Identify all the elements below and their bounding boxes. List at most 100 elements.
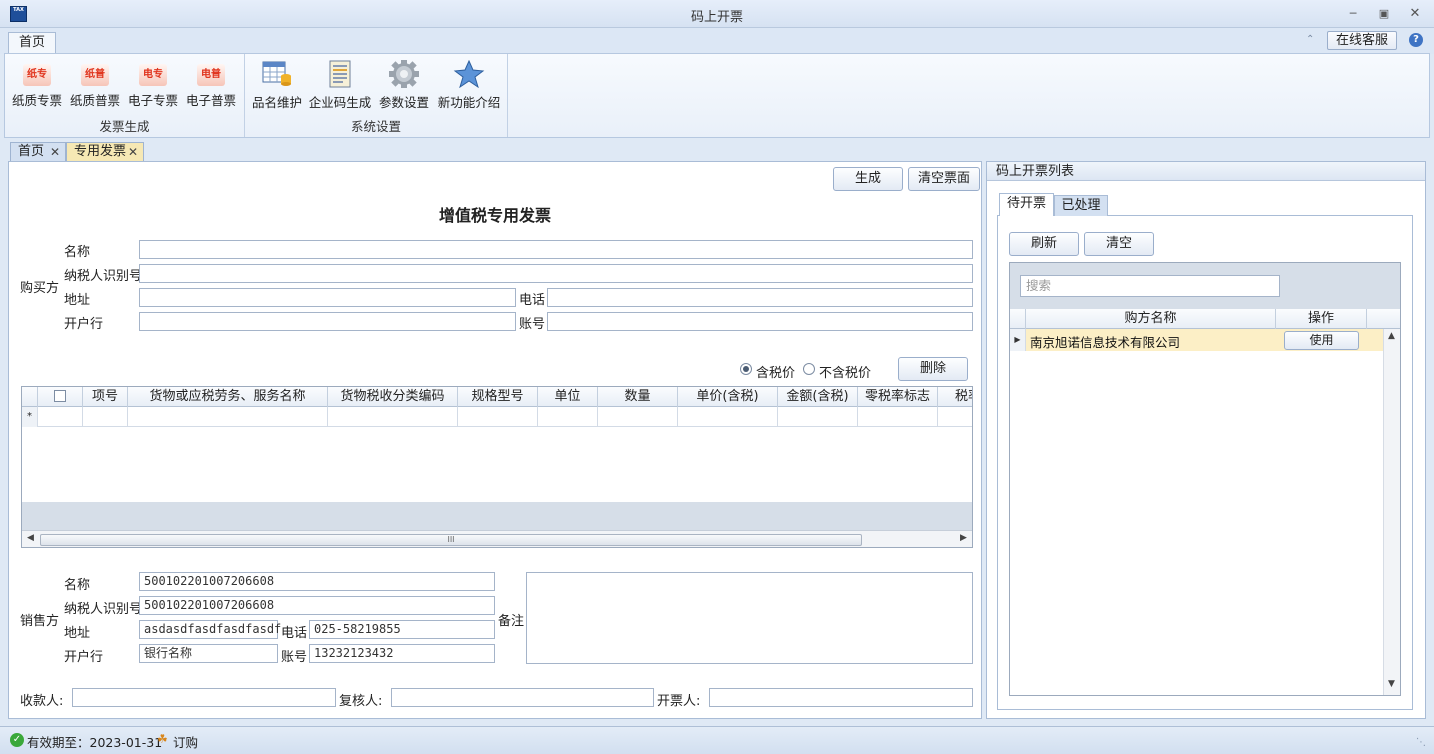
list-row[interactable]: ▶ 南京旭诺信息技术有限公司 使用: [1010, 329, 1384, 351]
grid-column-header[interactable]: 规格型号: [458, 387, 538, 407]
seller-account-input[interactable]: 13232123432: [309, 644, 495, 663]
status-bar: ✓ 有效期至：2023-01-31 ☘ 订购 ⋱: [0, 726, 1434, 754]
grid-cell[interactable]: [38, 407, 83, 427]
product-maintenance-button[interactable]: 品名维护: [249, 60, 305, 112]
tab-pending[interactable]: 待开票: [999, 193, 1054, 216]
minimize-icon[interactable]: ─: [1344, 6, 1362, 22]
seller-taxid-label: 纳税人识别号: [64, 602, 143, 617]
remark-label: 备注: [498, 614, 525, 629]
tax-exclusive-label: 不含税价: [819, 366, 872, 381]
delete-button[interactable]: 删除: [898, 357, 968, 381]
panel-title: 码上开票列表: [987, 162, 1425, 181]
close-icon[interactable]: ✕: [1406, 6, 1424, 22]
grid-cell[interactable]: [458, 407, 538, 427]
close-tab-icon[interactable]: ✕: [128, 143, 138, 161]
close-tab-icon[interactable]: ✕: [50, 143, 60, 161]
grid-column-header[interactable]: 货物税收分类编码: [328, 387, 458, 407]
scroll-left-icon[interactable]: ◀: [27, 533, 34, 543]
window-title: 码上开票: [690, 10, 743, 25]
seller-name-input[interactable]: 500102201007206608: [139, 572, 495, 591]
grid-column-header[interactable]: 数量: [598, 387, 678, 407]
ribbon-group-label: 发票生成: [99, 119, 150, 134]
vertical-scrollbar[interactable]: ▲ ▼: [1383, 329, 1400, 695]
payee-input[interactable]: [72, 688, 336, 707]
buyer-name-cell[interactable]: 南京旭诺信息技术有限公司: [1030, 332, 1180, 351]
grid-column-header[interactable]: 税率: [938, 387, 972, 407]
grid-cell[interactable]: [128, 407, 328, 427]
seller-taxid-input[interactable]: 500102201007206608: [139, 596, 495, 615]
grid-new-row[interactable]: *: [22, 407, 972, 427]
buyer-name-label: 名称: [64, 245, 91, 260]
scroll-up-icon[interactable]: ▲: [1388, 331, 1395, 341]
ribbon-button-label: 纸质专票: [11, 93, 62, 108]
scroll-thumb[interactable]: III: [40, 534, 862, 546]
scroll-down-icon[interactable]: ▼: [1388, 679, 1395, 689]
parameter-settings-button[interactable]: 参数设置: [375, 59, 433, 112]
online-service-button[interactable]: 在线客服: [1327, 31, 1397, 50]
help-icon[interactable]: ?: [1409, 33, 1423, 47]
collapse-ribbon-icon[interactable]: ⌃: [1306, 34, 1314, 45]
tax-exclusive-radio[interactable]: [803, 363, 815, 375]
e-normal-invoice-button[interactable]: 电普 电子普票: [183, 60, 239, 112]
drawer-input[interactable]: [709, 688, 973, 707]
grid-cell[interactable]: [538, 407, 598, 427]
seller-bank-input[interactable]: 银行名称: [139, 644, 278, 663]
grid-column-header[interactable]: 项号: [83, 387, 128, 407]
buyer-name-input[interactable]: [139, 240, 973, 259]
buyer-bank-label: 开户行: [64, 317, 104, 332]
grid-column-header[interactable]: 单位: [538, 387, 598, 407]
buyer-bank-input[interactable]: [139, 312, 516, 331]
horizontal-scrollbar[interactable]: ◀ III ▶: [22, 530, 972, 547]
scroll-right-icon[interactable]: ▶: [960, 533, 967, 543]
cart-icon[interactable]: ☘: [157, 732, 168, 746]
search-input[interactable]: 搜索: [1020, 275, 1280, 297]
ribbon-group-label: 系统设置: [350, 119, 401, 134]
reviewer-input[interactable]: [391, 688, 654, 707]
column-buyer-name[interactable]: 购方名称: [1026, 309, 1276, 329]
ribbon-tab-home[interactable]: 首页: [8, 32, 56, 54]
paper-special-invoice-button[interactable]: 纸专 纸质专票: [9, 60, 65, 112]
use-button[interactable]: 使用: [1284, 331, 1359, 350]
grid-cell[interactable]: [598, 407, 678, 427]
buyer-section-label: 购买方: [20, 281, 60, 296]
buyer-phone-input[interactable]: [547, 288, 973, 307]
grid-header: 项号 货物或应税劳务、服务名称 货物税收分类编码 规格型号 单位 数量 单价(含…: [22, 387, 972, 407]
tax-inclusive-radio[interactable]: [740, 363, 752, 375]
buyer-address-input[interactable]: [139, 288, 516, 307]
select-all-checkbox[interactable]: [54, 390, 66, 402]
refresh-button[interactable]: 刷新: [1009, 232, 1079, 256]
paper-normal-invoice-button[interactable]: 纸普 纸质普票: [67, 60, 123, 112]
gear-icon: [388, 59, 420, 89]
grid-cell[interactable]: [83, 407, 128, 427]
remark-textarea[interactable]: [526, 572, 973, 664]
grid-cell[interactable]: [328, 407, 458, 427]
e-special-invoice-button[interactable]: 电专 电子专票: [125, 60, 181, 112]
maximize-icon[interactable]: ▣: [1375, 6, 1393, 22]
buyer-taxid-input[interactable]: [139, 264, 973, 283]
buyer-account-input[interactable]: [547, 312, 973, 331]
seller-phone-input[interactable]: 025-58219855: [309, 620, 495, 639]
ribbon: 纸专 纸质专票 纸普 纸质普票 电专 电子专票 电普 电子普票 发票生成 品名维…: [4, 53, 1430, 138]
seller-address-input[interactable]: asdasdfasdfasdfasdf: [139, 620, 281, 639]
clear-list-button[interactable]: 清空: [1084, 232, 1154, 256]
grid-column-header[interactable]: 单价(含税): [678, 387, 778, 407]
select-all-cell[interactable]: [38, 387, 83, 407]
grid-cell[interactable]: [858, 407, 938, 427]
column-action[interactable]: 操作: [1276, 309, 1367, 329]
grid-cell[interactable]: [678, 407, 778, 427]
grid-column-header[interactable]: 金额(含税): [778, 387, 858, 407]
generate-button[interactable]: 生成: [833, 167, 903, 191]
grid-column-header[interactable]: 货物或应税劳务、服务名称: [128, 387, 328, 407]
doc-tab-special-invoice[interactable]: 专用发票 ✕: [66, 142, 144, 163]
buyer-address-label: 地址: [64, 293, 91, 308]
new-features-button[interactable]: 新功能介绍: [435, 59, 503, 112]
grid-column-header[interactable]: 零税率标志: [858, 387, 938, 407]
seller-bank-label: 开户行: [64, 650, 104, 665]
grid-cell[interactable]: [778, 407, 858, 427]
tab-processed[interactable]: 已处理: [1054, 195, 1108, 216]
doc-tab-home[interactable]: 首页 ✕: [10, 142, 66, 162]
resize-grip-icon[interactable]: ⋱: [1416, 737, 1426, 748]
clear-form-button[interactable]: 清空票面: [908, 167, 980, 191]
enterprise-code-button[interactable]: 企业码生成: [307, 60, 373, 112]
order-link[interactable]: 订购: [173, 732, 198, 751]
